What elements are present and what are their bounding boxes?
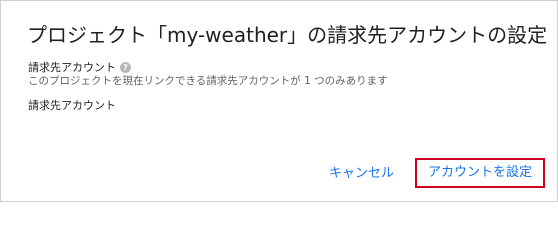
billing-account-dialog: プロジェクト「my-weather」の請求先アカウントの設定 請求先アカウント …: [0, 0, 558, 202]
help-circle-icon[interactable]: ?: [120, 61, 131, 73]
set-account-button[interactable]: アカウントを設定: [415, 158, 545, 188]
billing-account-selection[interactable]: 請求先アカウント: [28, 97, 116, 113]
billing-account-helper-text: このプロジェクトを現在リンクできる請求先アカウントが 1 つのみあります: [28, 75, 388, 87]
dialog-title: プロジェクト「my-weather」の請求先アカウントの設定: [27, 23, 548, 47]
cancel-button[interactable]: キャンセル: [323, 160, 400, 188]
